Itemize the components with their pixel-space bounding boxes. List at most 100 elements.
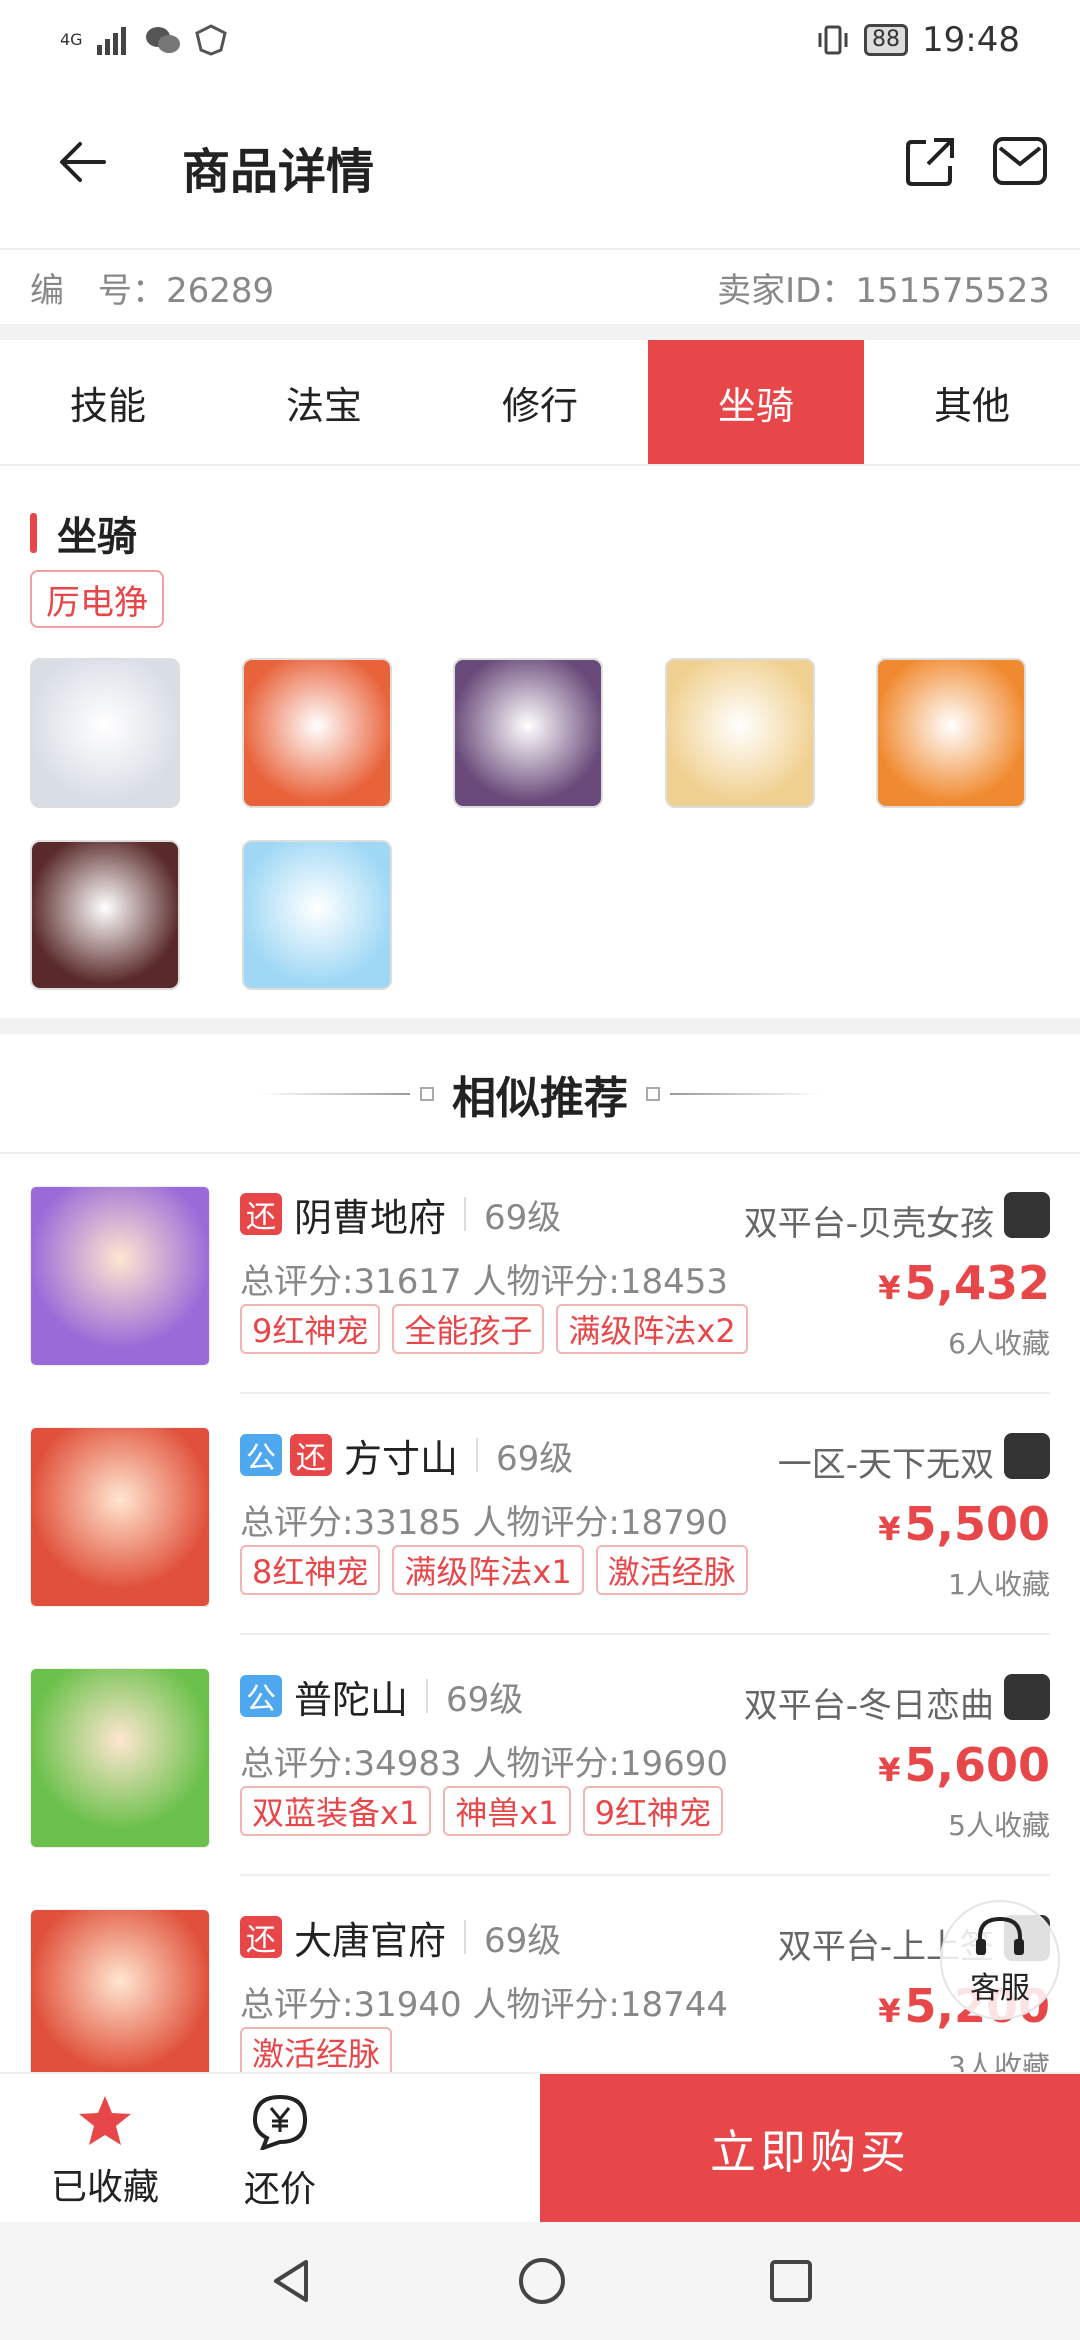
price: ¥5,432 [878, 1256, 1050, 1310]
status-left: 4G [60, 24, 227, 56]
listing-tag: 8红神宠 [240, 1545, 381, 1595]
mount-polar-bear-mount[interactable] [30, 658, 180, 808]
listing-tag: 神兽x1 [443, 1786, 571, 1836]
app-header: 商品详情 [0, 80, 1080, 248]
share-button[interactable] [904, 136, 956, 188]
price-value: 5,600 [904, 1738, 1050, 1792]
school-name: 阴曹地府 [294, 1195, 447, 1240]
mount-dark-beast-mount[interactable] [30, 839, 180, 990]
nav-home-icon[interactable] [516, 2255, 568, 2307]
status-right: 88 19:48 [816, 20, 1020, 60]
listing-tag: 全能孩子 [392, 1304, 545, 1354]
price: ¥5,500 [878, 1497, 1050, 1551]
decor-square [420, 1087, 434, 1101]
section-gap [0, 324, 1080, 340]
recommend-title: 相似推荐 [452, 1073, 628, 1124]
school-name: 方寸山 [344, 1436, 459, 1481]
listing-tag: 9红神宠 [240, 1304, 381, 1354]
favorite-count: 1人收藏 [948, 1568, 1050, 1601]
listing-tag: 满级阵法x1 [392, 1545, 584, 1595]
price-value: 5,500 [904, 1497, 1050, 1551]
bottom-action-bar: 已收藏 还价 立即购买 [0, 2072, 1080, 2224]
server-name: 双平台-冬日恋曲 [743, 1686, 994, 1726]
headset-icon [976, 1916, 1024, 1955]
character-level: 69级 [484, 1197, 562, 1238]
mount-fire-fox-mount[interactable] [241, 658, 392, 808]
status-badge: 公 [240, 1434, 282, 1476]
status-badge: 还 [240, 1193, 282, 1235]
favorite-label: 已收藏 [50, 2167, 159, 2208]
listing-name-row: 还阴曹地府 69级 [240, 1190, 562, 1240]
clock: 19:48 [922, 20, 1020, 60]
listing-name-row: 公还方寸山 69级 [240, 1431, 573, 1481]
listing-row[interactable]: 公普陀山 69级 双平台-冬日恋曲 总评分:34983 人物评分:19690 双蓝装备x… [30, 1636, 1050, 1876]
back-button[interactable] [54, 132, 114, 192]
decor-line [670, 1093, 820, 1095]
item-number-label: 编 号： [30, 270, 166, 311]
nav-back-icon[interactable] [266, 2256, 316, 2306]
customer-service-label: 客服 [970, 1971, 1030, 2006]
character-level: 69级 [446, 1679, 524, 1720]
tab-treasures[interactable]: 法宝 [216, 340, 432, 464]
message-button[interactable] [992, 136, 1048, 186]
section-gap [0, 1018, 1080, 1034]
separator [464, 1197, 467, 1231]
server-name: 一区-天下无双 [777, 1445, 994, 1485]
star-icon [79, 2096, 131, 2145]
score-text: 总评分:31617 人物评分:18453 [240, 1262, 729, 1302]
seller-id-value: 151575523 [855, 270, 1050, 311]
page-title: 商品详情 [182, 144, 375, 200]
listing-tags: 9红神宠 全能孩子 满级阵法x2 [240, 1304, 748, 1354]
character-avatar [30, 1668, 210, 1848]
mount-purple-pig-mount[interactable] [453, 658, 603, 808]
tab-other[interactable]: 其他 [864, 340, 1080, 464]
tab-mounts[interactable]: 坐骑 [648, 340, 864, 464]
price: ¥5,600 [878, 1738, 1050, 1792]
listing-tags: 双蓝装备x1 神兽x1 9红神宠 [240, 1786, 723, 1836]
apple-icon [1004, 1433, 1050, 1479]
customer-service-button[interactable]: 客服 [940, 1900, 1060, 2020]
bargain-label: 还价 [243, 2169, 316, 2210]
system-nav-bar [0, 2222, 1080, 2340]
recommend-header: 相似推荐 [0, 1034, 1080, 1154]
favorite-button[interactable]: 已收藏 [30, 2094, 180, 2214]
listing-name-row: 公普陀山 69级 [240, 1672, 524, 1722]
decor-square [646, 1087, 660, 1101]
buy-now-button[interactable]: 立即购买 [540, 2074, 1080, 2224]
apple-icon [1004, 1192, 1050, 1238]
character-avatar [30, 1427, 210, 1607]
item-number: 编 号：26289 [30, 263, 274, 312]
decor-line [260, 1093, 410, 1095]
nav-recents-icon[interactable] [768, 2258, 814, 2304]
status-bar: 4G 88 19:48 [0, 0, 1080, 80]
tab-skills[interactable]: 技能 [0, 340, 216, 464]
bargain-button[interactable]: 还价 [220, 2094, 340, 2214]
currency-symbol: ¥ [878, 1992, 901, 2030]
listing-tags: 激活经脉 [240, 2027, 393, 2077]
mount-ice-cat-mount[interactable] [241, 839, 392, 990]
favorite-count: 6人收藏 [948, 1327, 1050, 1360]
listing-row[interactable]: 还阴曹地府 69级 双平台-贝壳女孩 总评分:31617 人物评分:18453 9红神宠… [30, 1154, 1050, 1394]
character-avatar [30, 1909, 210, 2089]
status-badge: 公 [240, 1675, 282, 1717]
mounts-section-header: 坐骑 [30, 504, 137, 562]
share-icon [906, 138, 954, 186]
separator [426, 1679, 429, 1713]
mounts-section-title: 坐骑 [57, 514, 137, 560]
mail-icon [993, 137, 1047, 185]
mount-tag: 厉电狰 [30, 570, 164, 628]
apple-icon [1004, 1674, 1050, 1720]
tab-cultivation[interactable]: 修行 [432, 340, 648, 464]
currency-symbol: ¥ [878, 1751, 901, 1789]
item-info-row: 编 号：26289 卖家ID：151575523 [0, 250, 1080, 324]
listing-tags: 8红神宠 满级阵法x1 激活经脉 [240, 1545, 748, 1595]
vibrate-icon [818, 25, 848, 55]
mount-orange-fish-mount[interactable] [876, 658, 1026, 808]
mount-white-cat-mount[interactable] [664, 658, 815, 808]
score-text: 总评分:33185 人物评分:18790 [240, 1503, 729, 1543]
listing-row[interactable]: 公还方寸山 69级 一区-天下无双总评分:33185 人物评分:18790 8红神宠满… [30, 1395, 1050, 1635]
currency-symbol: ¥ [878, 1269, 901, 1307]
arrow-left-icon [60, 142, 106, 182]
school-name: 大唐官府 [294, 1918, 447, 1963]
seller-id: 卖家ID：151575523 [717, 263, 1050, 312]
